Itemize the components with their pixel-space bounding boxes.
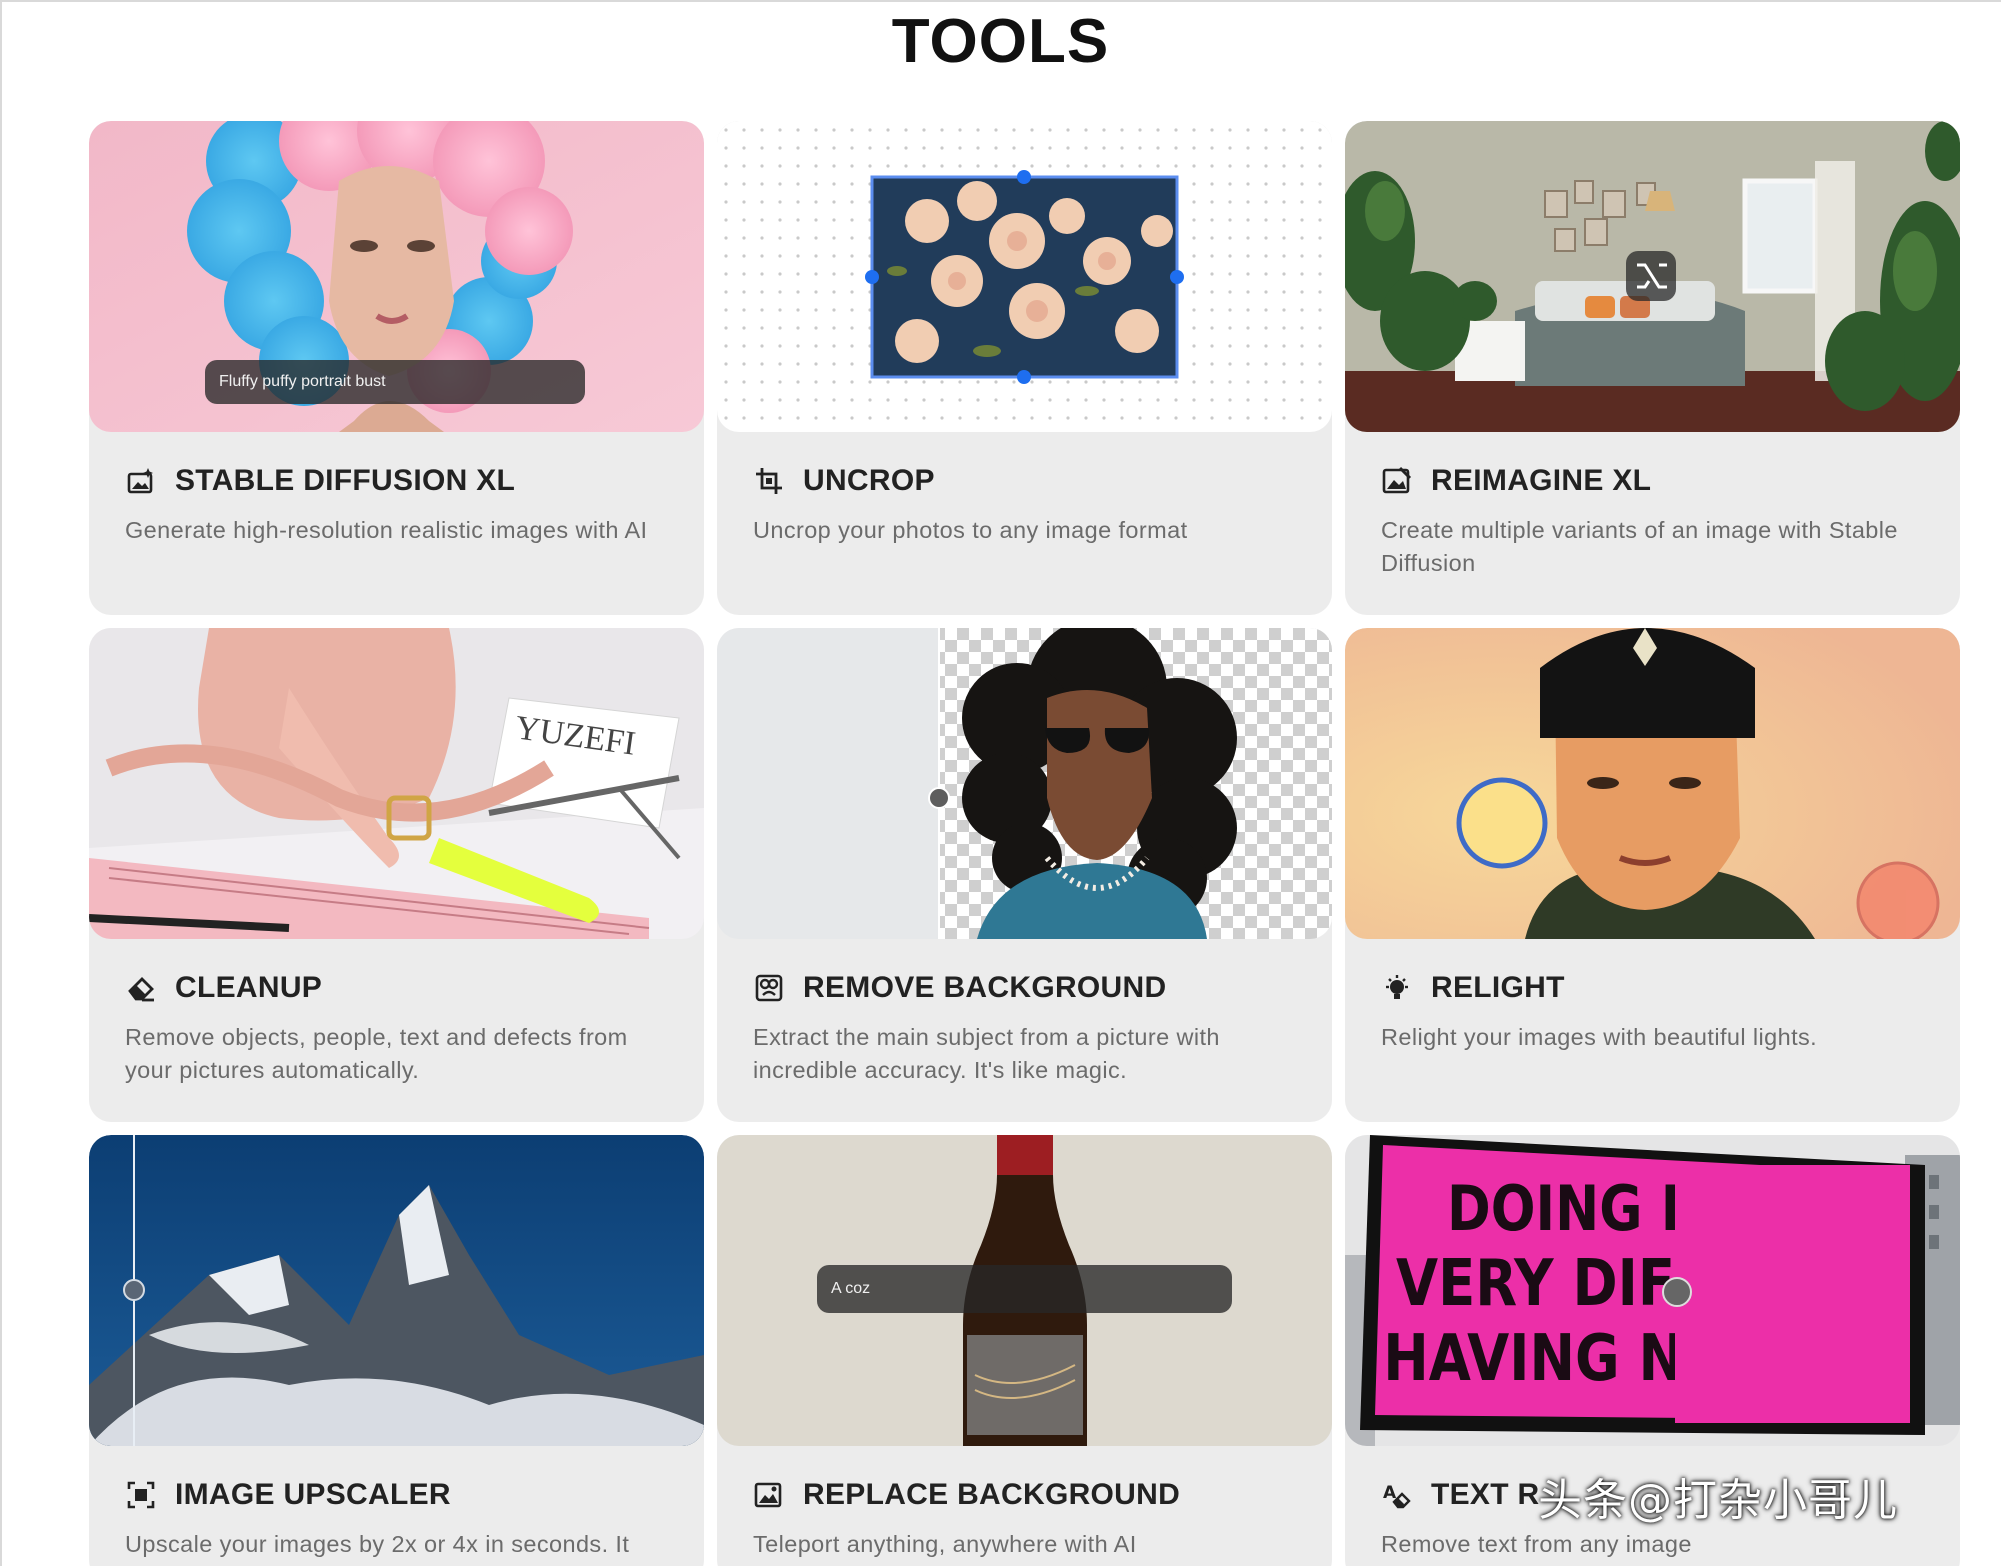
image-upscaler-thumbnail	[89, 1135, 704, 1446]
tool-title: REPLACE BACKGROUND	[803, 1478, 1181, 1511]
tool-card-cleanup[interactable]: YUZEFI CLEANUP Remove objects, people, t…	[89, 628, 704, 1122]
light-bulb-icon	[1381, 972, 1413, 1004]
tool-description: Generate high-resolution realistic image…	[125, 517, 648, 543]
text-remover-thumbnail: DOING NC VERY DIFFE HAVING NOT	[1345, 1135, 1960, 1446]
prompt-caption: A coz	[817, 1265, 1232, 1313]
tool-description: Create multiple variants of an image wit…	[1381, 517, 1898, 576]
tool-title: STABLE DIFFUSION XL	[175, 464, 516, 497]
uncrop-thumbnail	[717, 121, 1332, 432]
image-replace-icon	[753, 1479, 785, 1511]
tool-title: REMOVE BACKGROUND	[803, 971, 1167, 1004]
tool-description: Upscale your images by 2x or 4x in secon…	[125, 1531, 630, 1557]
text-eraser-icon: A	[1381, 1479, 1413, 1511]
upscale-icon	[125, 1479, 157, 1511]
tool-description: Extract the main subject from a picture …	[753, 1024, 1220, 1083]
eraser-icon	[125, 972, 157, 1004]
tool-title: IMAGE UPSCALER	[175, 1478, 451, 1511]
tool-title: UNCROP	[803, 464, 935, 497]
replace-background-thumbnail: A coz	[717, 1135, 1332, 1446]
tool-description: Relight your images with beautiful light…	[1381, 1024, 1818, 1050]
tool-card-remove-background[interactable]: REMOVE BACKGROUND Extract the main subje…	[717, 628, 1332, 1122]
tool-card-replace-background[interactable]: A coz REPLACE BACKGROUND Teleport anythi…	[717, 1135, 1332, 1566]
cleanup-thumbnail: YUZEFI	[89, 628, 704, 939]
tool-description: Remove objects, people, text and defects…	[125, 1024, 628, 1083]
tool-card-uncrop[interactable]: UNCROP Uncrop your photos to any image f…	[717, 121, 1332, 615]
crop-icon	[753, 465, 785, 497]
tool-title: CLEANUP	[175, 971, 323, 1004]
image-sparkle-icon	[125, 465, 157, 497]
watermark: 头条@打杂小哥儿	[1538, 1475, 1898, 1526]
subject-cutout-icon	[753, 972, 785, 1004]
tool-title: REIMAGINE XL	[1431, 464, 1652, 497]
tool-description: Remove text from any image	[1381, 1531, 1692, 1557]
tool-card-relight[interactable]: RELIGHT Relight your images with beautif…	[1345, 628, 1960, 1122]
image-variant-icon	[1381, 465, 1413, 497]
tool-title: TEXT R	[1431, 1478, 1540, 1511]
relight-thumbnail	[1345, 628, 1960, 939]
page-title: TOOLS	[891, 7, 1110, 76]
tool-card-image-upscaler[interactable]: IMAGE UPSCALER Upscale your images by 2x…	[89, 1135, 704, 1566]
tool-title: RELIGHT	[1431, 971, 1565, 1004]
tools-grid: Fluffy puffy portrait bust STABLE DIFFUS…	[89, 121, 1961, 1566]
tool-card-reimagine-xl[interactable]: REIMAGINE XL Create multiple variants of…	[1345, 121, 1960, 615]
stable-diffusion-thumbnail: Fluffy puffy portrait bust	[89, 121, 704, 432]
tool-description: Teleport anything, anywhere with AI	[753, 1531, 1137, 1557]
prompt-caption: Fluffy puffy portrait bust	[205, 360, 585, 404]
reimagine-thumbnail	[1345, 121, 1960, 432]
tool-card-stable-diffusion-xl[interactable]: Fluffy puffy portrait bust STABLE DIFFUS…	[89, 121, 704, 615]
remove-background-thumbnail	[717, 628, 1332, 939]
tool-description: Uncrop your photos to any image format	[753, 517, 1188, 543]
